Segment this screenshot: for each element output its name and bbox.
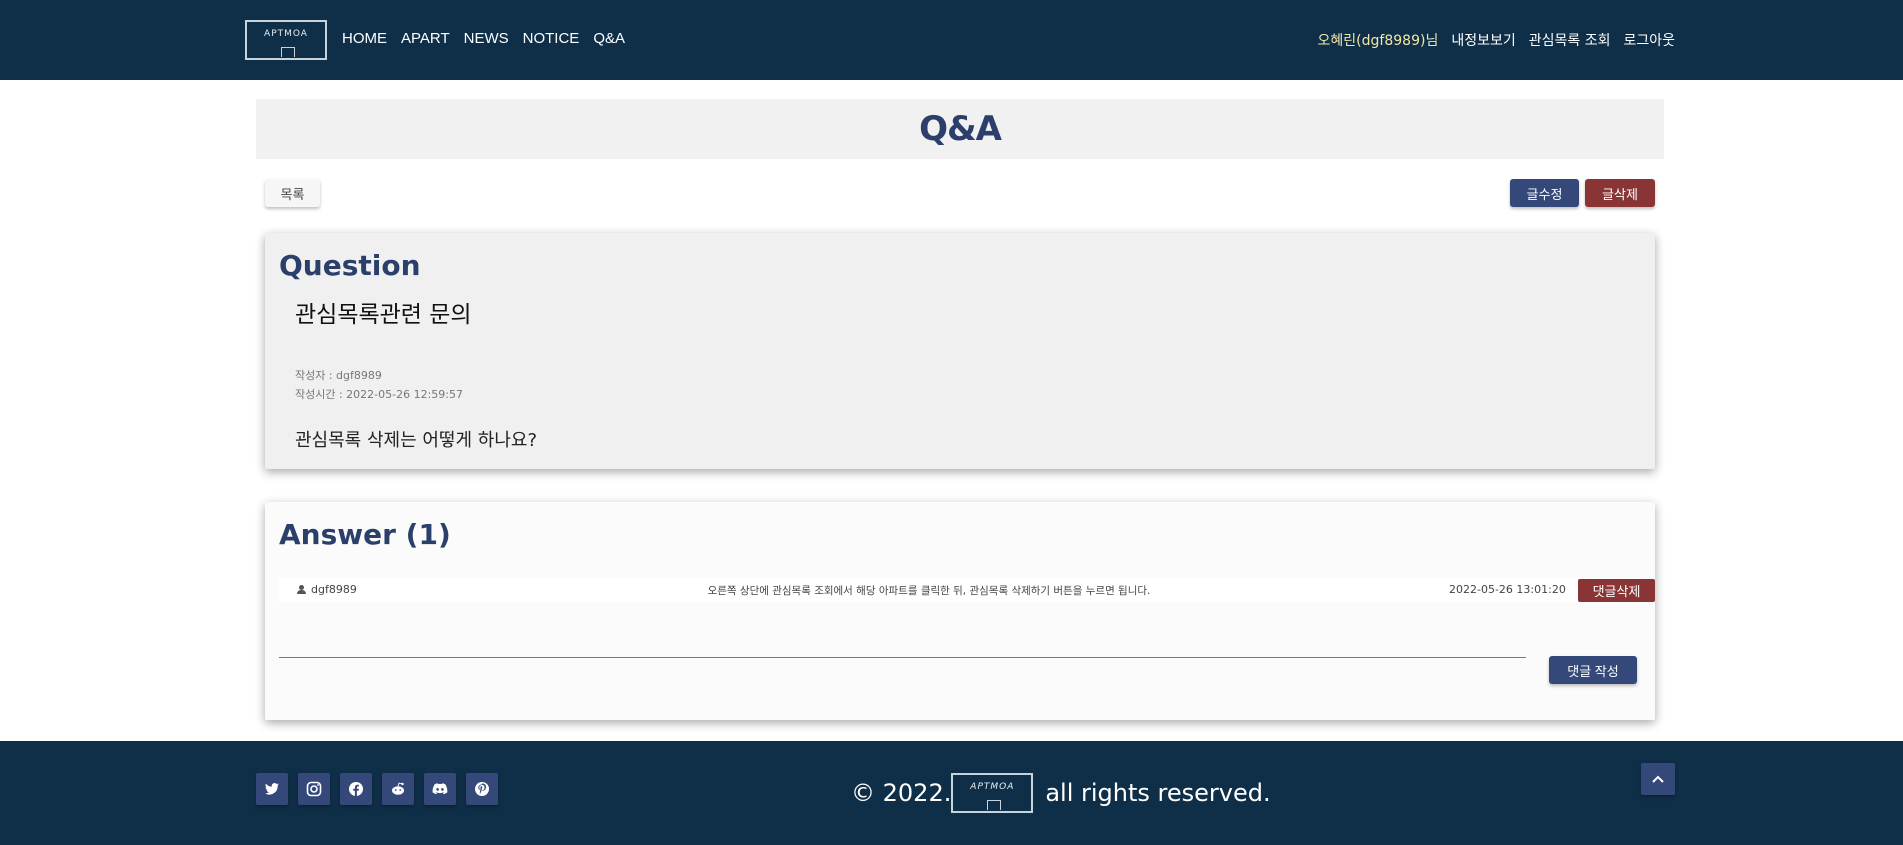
nav-apart[interactable]: APART [401, 30, 450, 47]
user-menu: 오혜린(dgf8989)님 내정보보기 관심목록 조회 로그아웃 [1305, 30, 1675, 50]
question-time: 작성시간 : 2022-05-26 12:59:57 [295, 388, 464, 401]
question-author: 작성자 : dgf8989 [295, 369, 382, 382]
comment-row: dgf8989 오른쪽 상단에 관심목록 조회에서 해당 아파트를 클릭한 뒤,… [279, 578, 1655, 602]
pinterest-icon[interactable] [466, 773, 498, 805]
scroll-top-button[interactable] [1641, 763, 1675, 795]
comment-time: 2022-05-26 13:01:20 [1449, 583, 1566, 596]
discord-icon[interactable] [424, 773, 456, 805]
reddit-icon[interactable] [382, 773, 414, 805]
instagram-icon[interactable] [298, 773, 330, 805]
question-body: 관심목록 삭제는 어떻게 하나요? [295, 430, 537, 451]
write-comment-button[interactable]: 댓글 작성 [1549, 656, 1637, 684]
copyright-prefix: © 2022. [851, 779, 952, 807]
chevron-up-icon [1652, 775, 1664, 783]
my-info-link[interactable]: 내정보보기 [1451, 30, 1515, 50]
answer-heading: Answer (1) [279, 518, 451, 551]
comment-author: dgf8989 [311, 583, 357, 596]
footer-logo-building-icon [987, 800, 1002, 810]
person-icon [297, 585, 306, 595]
main-nav: HOME APART NEWS NOTICE Q&A [342, 30, 639, 47]
question-card: Question 관심목록관련 문의 작성자 : dgf8989 작성시간 : … [265, 233, 1655, 469]
social-links [256, 773, 508, 805]
comment-text: 오른쪽 상단에 관심목록 조회에서 해당 아파트를 클릭한 뒤, 관심목록 삭제… [707, 585, 1151, 597]
facebook-icon[interactable] [340, 773, 372, 805]
edit-post-button[interactable]: 글수정 [1510, 179, 1579, 207]
footer-logo-text: APTMOA [970, 782, 1015, 792]
favorites-link[interactable]: 관심목록 조회 [1529, 30, 1611, 50]
logo-building-icon [281, 47, 295, 57]
nav-qna[interactable]: Q&A [593, 30, 625, 47]
copyright-suffix: all rights reserved. [1045, 779, 1271, 807]
question-subject: 관심목록관련 문의 [295, 302, 472, 328]
answer-card: Answer (1) dgf8989 오른쪽 상단에 관심목록 조회에서 해당 … [265, 502, 1655, 720]
twitter-icon[interactable] [256, 773, 288, 805]
user-greeting: 오혜린(dgf8989)님 [1317, 33, 1439, 49]
page-title: Q&A [919, 109, 1002, 149]
nav-news[interactable]: NEWS [464, 30, 509, 47]
question-heading: Question [279, 249, 421, 282]
logout-link[interactable]: 로그아웃 [1623, 30, 1675, 50]
footer-logo: APTMOA [951, 773, 1034, 813]
delete-comment-button[interactable]: 댓글삭제 [1578, 579, 1655, 602]
comment-input[interactable] [279, 626, 1526, 658]
logo-text: APTMOA [264, 29, 308, 39]
nav-notice[interactable]: NOTICE [523, 30, 580, 47]
list-button[interactable]: 목록 [265, 179, 320, 207]
footer: © 2022. APTMOA all rights reserved. [0, 741, 1903, 845]
nav-home[interactable]: HOME [342, 30, 387, 47]
site-logo[interactable]: APTMOA [245, 20, 327, 60]
delete-post-button[interactable]: 글삭제 [1585, 179, 1655, 207]
top-navbar: APTMOA HOME APART NEWS NOTICE Q&A 오혜린(dg… [0, 0, 1903, 80]
copyright: © 2022. APTMOA all rights reserved. [851, 773, 1271, 813]
page-title-banner: Q&A [256, 99, 1664, 159]
